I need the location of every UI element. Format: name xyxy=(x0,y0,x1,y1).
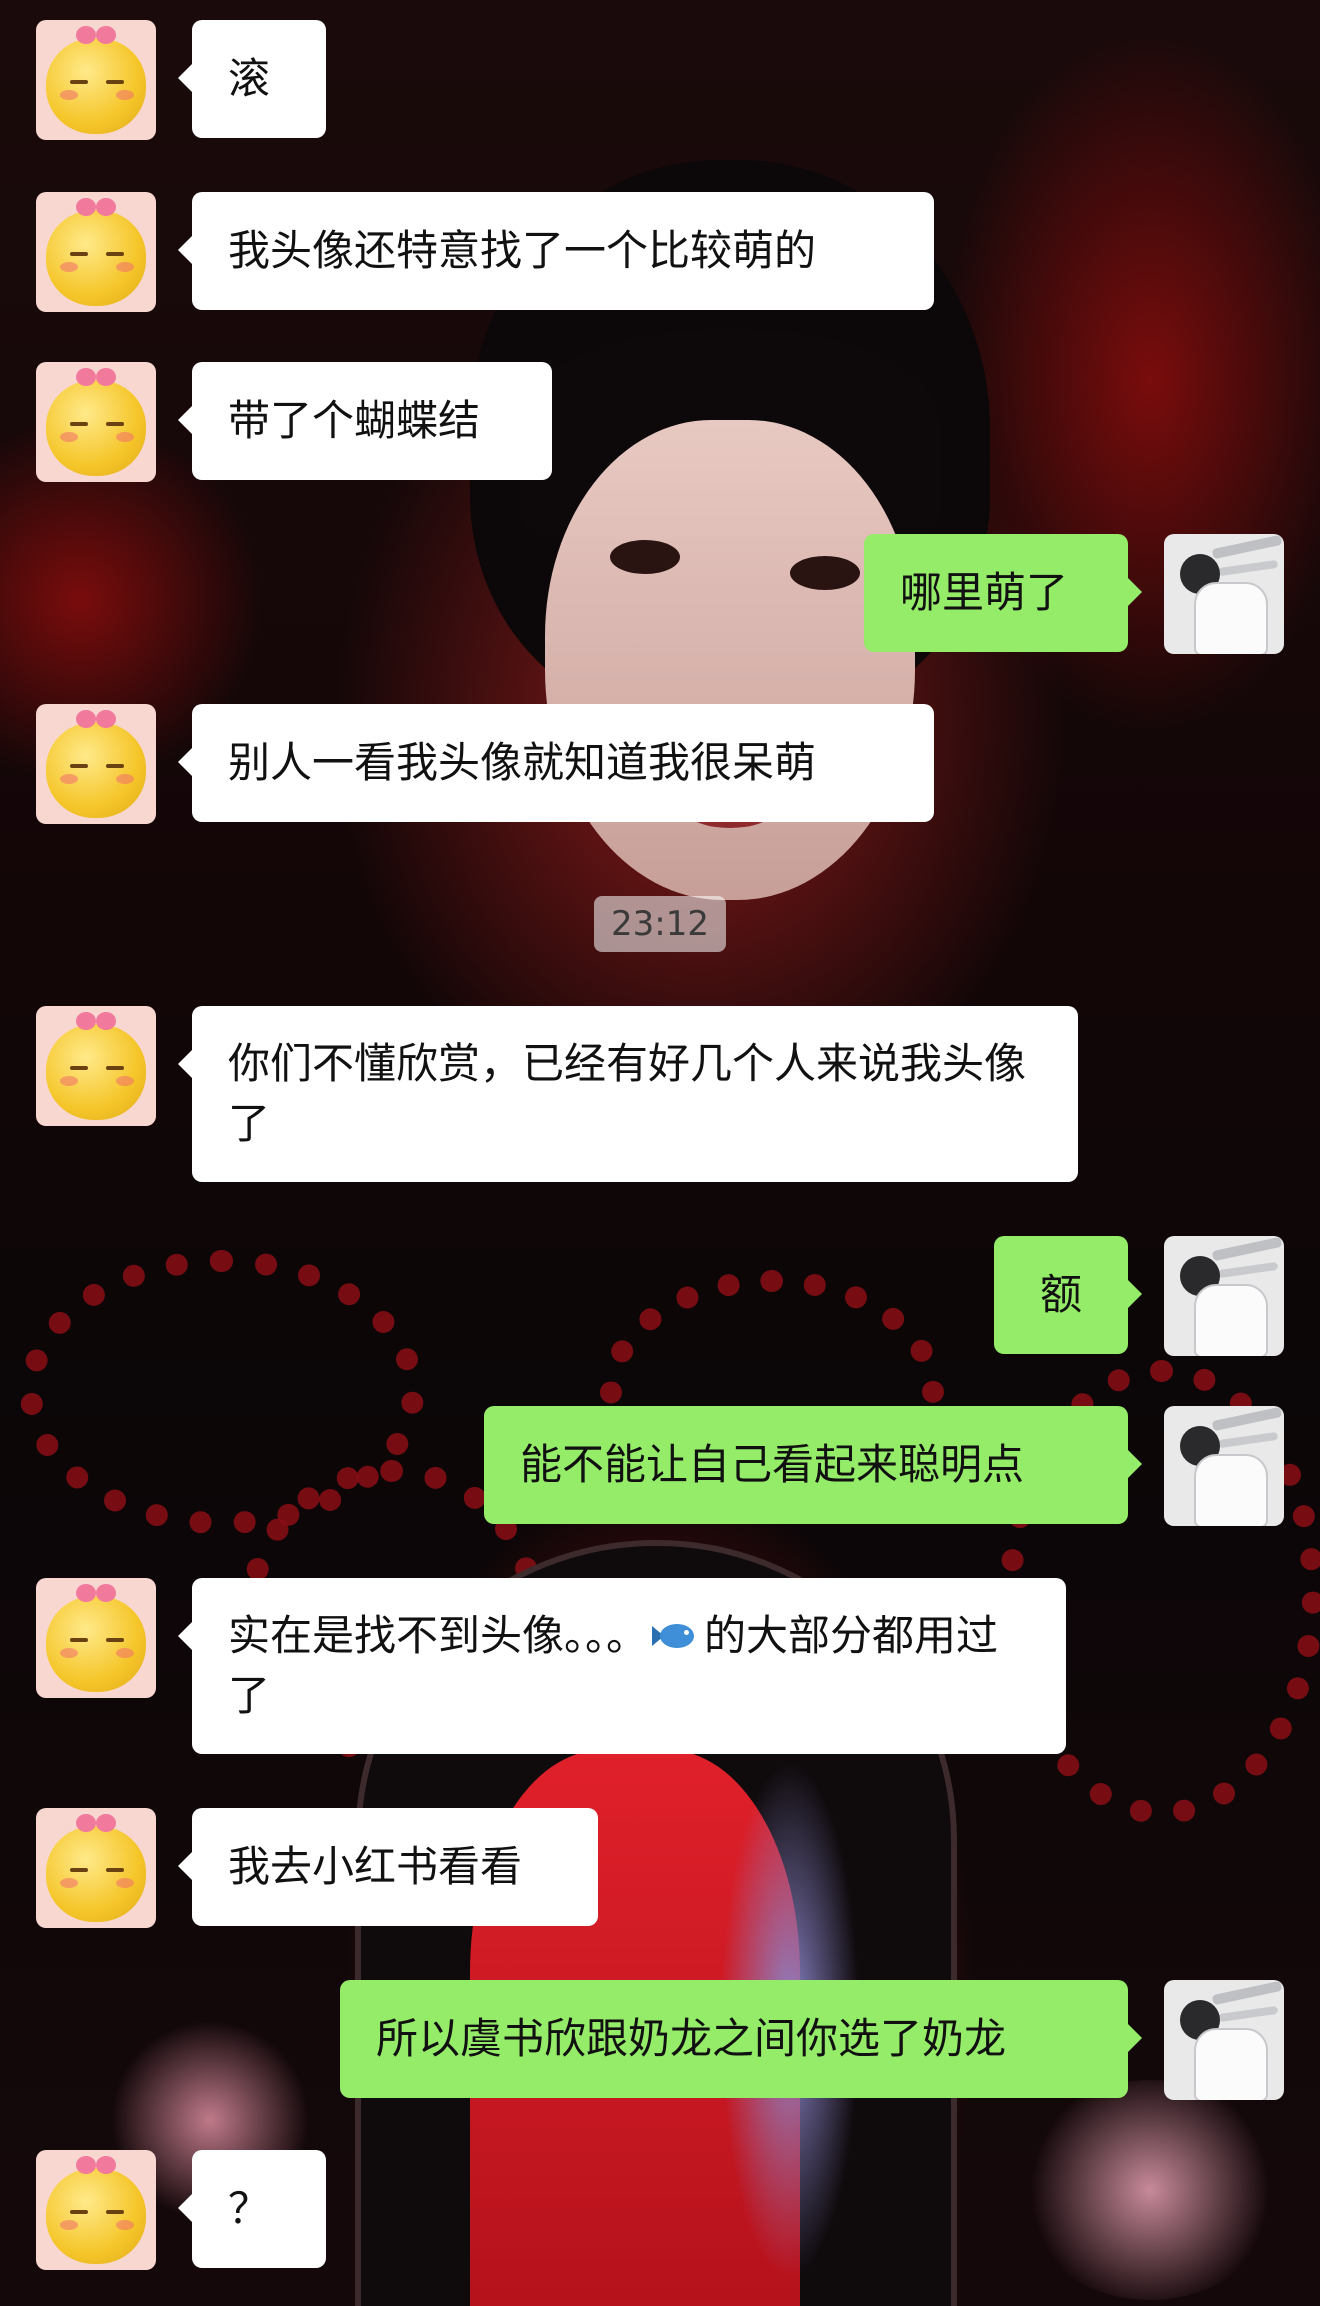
friend-avatar[interactable] xyxy=(36,1006,156,1126)
my-avatar[interactable] xyxy=(1164,1236,1284,1356)
message-text: 哪里萌了 xyxy=(900,568,1069,617)
friend-avatar[interactable] xyxy=(36,192,156,312)
message-bubble-incoming[interactable]: 你们不懂欣赏，已经有好几个人来说我头像了 xyxy=(178,1006,1078,1182)
message-bubble-incoming[interactable]: 带了个蝴蝶结 xyxy=(178,362,552,480)
message-bubble-outgoing[interactable]: 所以虞书欣跟奶龙之间你选了奶龙 xyxy=(340,1980,1142,2098)
message-text: 带了个蝴蝶结 xyxy=(228,396,481,445)
message-bubble-incoming[interactable]: 我头像还特意找了一个比较萌的 xyxy=(178,192,934,310)
my-avatar[interactable] xyxy=(1164,1980,1284,2100)
friend-avatar[interactable] xyxy=(36,20,156,140)
bow-icon xyxy=(76,1814,116,1834)
bow-icon xyxy=(76,1584,116,1604)
bow-icon xyxy=(76,368,116,388)
message-text: 我去小红书看看 xyxy=(228,1842,523,1891)
message-bubble-incoming[interactable]: 别人一看我头像就知道我很呆萌 xyxy=(178,704,934,822)
friend-avatar[interactable] xyxy=(36,362,156,482)
my-avatar[interactable] xyxy=(1164,1406,1284,1526)
bow-icon xyxy=(76,1012,116,1032)
friend-avatar[interactable] xyxy=(36,704,156,824)
timestamp: 23:12 xyxy=(594,896,726,952)
message-bubble-outgoing[interactable]: 额 xyxy=(994,1236,1142,1354)
friend-avatar[interactable] xyxy=(36,1578,156,1698)
message-text: 能不能让自己看起来聪明点 xyxy=(520,1440,1025,1489)
fish-emoji-icon xyxy=(652,1618,700,1654)
friend-avatar[interactable] xyxy=(36,2150,156,2270)
friend-avatar[interactable] xyxy=(36,1808,156,1928)
message-text: 滚 xyxy=(228,54,271,103)
message-bubble-incoming[interactable]: ？ xyxy=(178,2150,326,2268)
message-text: ？ xyxy=(228,2184,271,2233)
message-bubble-outgoing[interactable]: 哪里萌了 xyxy=(864,534,1142,652)
message-text: 别人一看我头像就知道我很呆萌 xyxy=(228,738,817,787)
bow-icon xyxy=(76,2156,116,2176)
message-bubble-incoming[interactable]: 滚 xyxy=(178,20,326,138)
message-bubble-incoming[interactable]: 实在是找不到头像。。。 的大部分都用过了 xyxy=(178,1578,1066,1754)
message-text: 额 xyxy=(1039,1270,1082,1319)
message-text: 实在是找不到头像。。。 的大部分都用过了 xyxy=(228,1611,999,1720)
bow-icon xyxy=(76,710,116,730)
message-bubble-incoming[interactable]: 我去小红书看看 xyxy=(178,1808,598,1926)
bow-icon xyxy=(76,198,116,218)
message-text: 你们不懂欣赏，已经有好几个人来说我头像了 xyxy=(228,1039,1027,1148)
message-bubble-outgoing[interactable]: 能不能让自己看起来聪明点 xyxy=(484,1406,1142,1524)
message-text: 所以虞书欣跟奶龙之间你选了奶龙 xyxy=(376,2014,1007,2063)
my-avatar[interactable] xyxy=(1164,534,1284,654)
message-text: 我头像还特意找了一个比较萌的 xyxy=(228,226,817,275)
bow-icon xyxy=(76,26,116,46)
